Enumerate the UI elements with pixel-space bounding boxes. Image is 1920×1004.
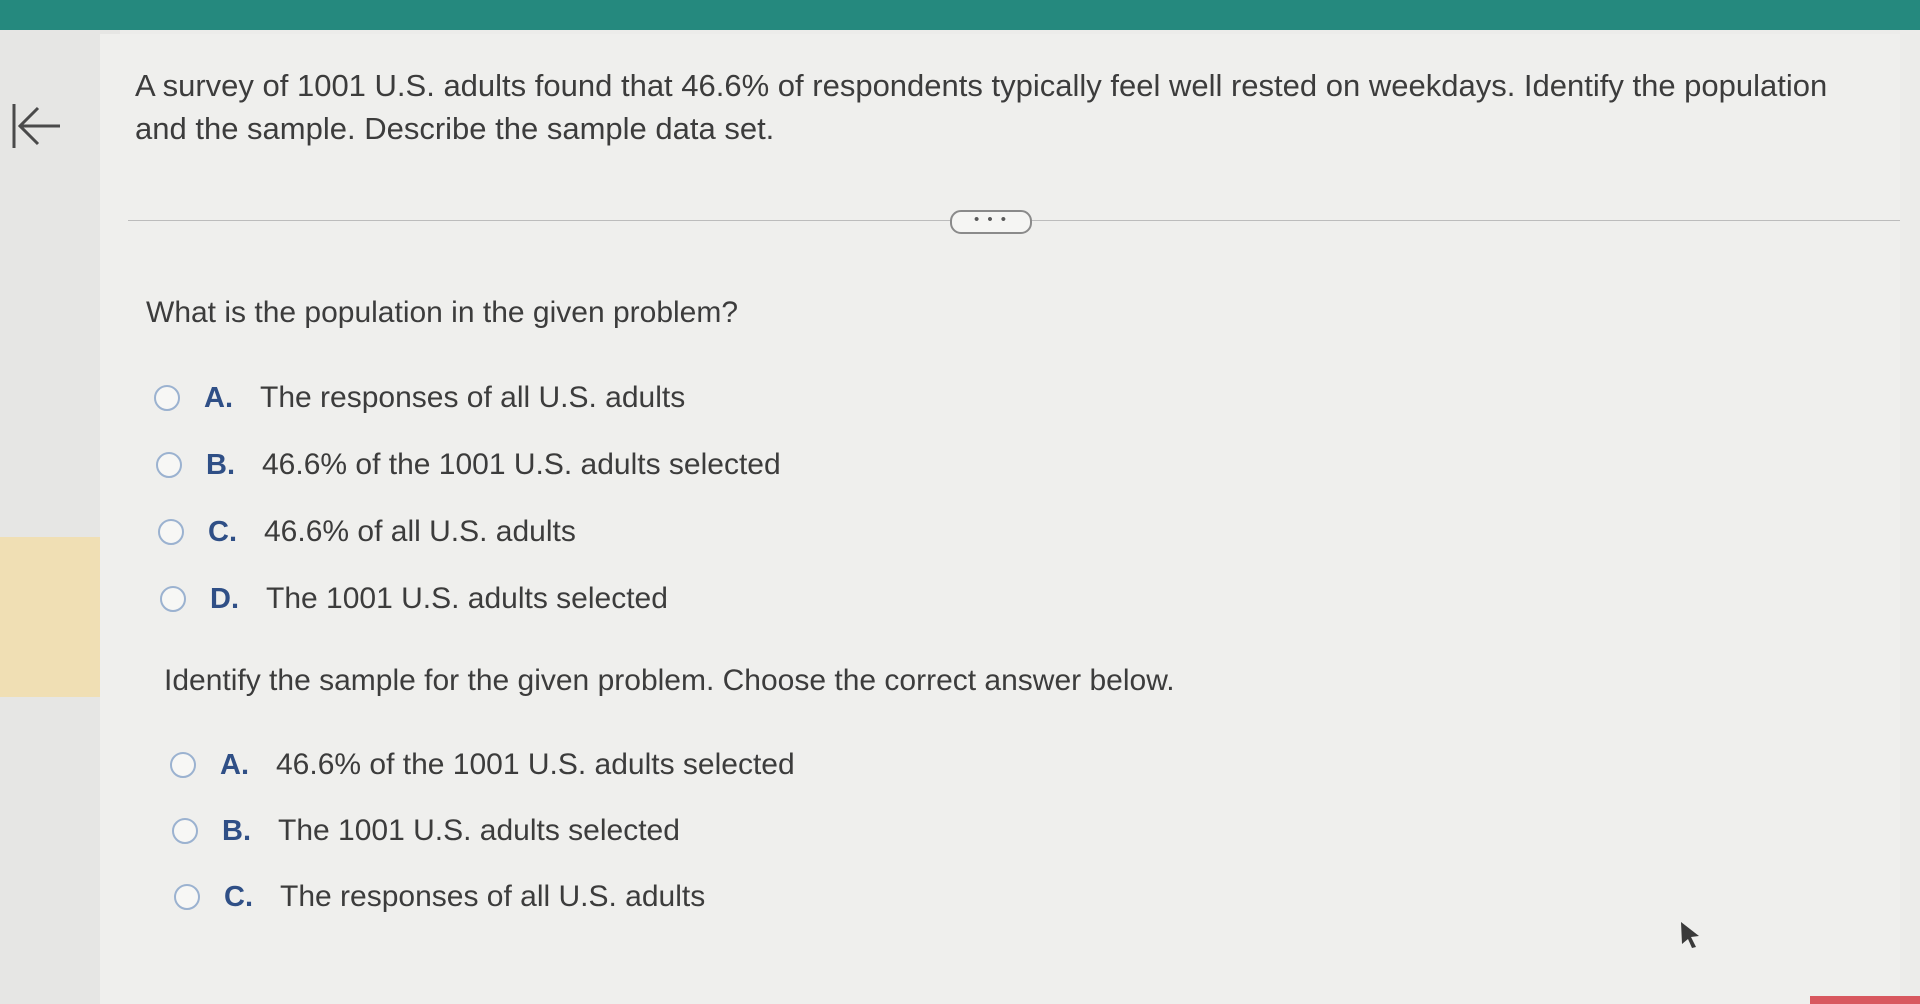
radio-button[interactable] xyxy=(160,586,186,612)
option-letter: A. xyxy=(220,748,249,781)
radio-button[interactable] xyxy=(156,452,182,478)
question-panel: A survey of 1001 U.S. adults found that … xyxy=(100,34,1900,1004)
radio-button[interactable] xyxy=(174,884,200,910)
option-letter: C. xyxy=(208,515,237,548)
option-letter: A. xyxy=(204,381,233,414)
option-letter: D. xyxy=(210,582,239,615)
option-letter: B. xyxy=(206,448,235,481)
option-text: The responses of all U.S. adults xyxy=(280,880,706,913)
back-to-start-icon xyxy=(12,104,60,148)
option-text: The responses of all U.S. adults xyxy=(260,381,686,414)
option-text: The 1001 U.S. adults selected xyxy=(278,814,680,847)
part1-option-a[interactable]: A. The responses of all U.S. adults xyxy=(154,381,685,415)
radio-button[interactable] xyxy=(170,752,196,778)
part1-option-d[interactable]: D. The 1001 U.S. adults selected xyxy=(160,582,668,616)
part1-prompt: What is the population in the given prob… xyxy=(146,296,739,329)
option-text: The 1001 U.S. adults selected xyxy=(266,582,668,615)
option-letter: C. xyxy=(224,880,253,913)
option-text: 46.6% of the 1001 U.S. adults selected xyxy=(276,748,795,781)
option-letter: B. xyxy=(222,814,251,847)
mouse-cursor-icon xyxy=(1681,922,1699,948)
homework-page: A survey of 1001 U.S. adults found that … xyxy=(0,0,1920,1004)
more-button[interactable]: • • • xyxy=(950,210,1032,234)
part2-option-a[interactable]: A. 46.6% of the 1001 U.S. adults selecte… xyxy=(170,748,795,782)
radio-button[interactable] xyxy=(154,385,180,411)
option-text: 46.6% of all U.S. adults xyxy=(264,515,576,548)
part2-option-c[interactable]: C. The responses of all U.S. adults xyxy=(174,880,705,914)
part2-prompt: Identify the sample for the given proble… xyxy=(164,664,1175,697)
part1-option-b[interactable]: B. 46.6% of the 1001 U.S. adults selecte… xyxy=(156,448,781,482)
radio-button[interactable] xyxy=(158,519,184,545)
question-text: A survey of 1001 U.S. adults found that … xyxy=(135,68,1828,146)
top-bar xyxy=(0,0,1920,30)
part2-option-b[interactable]: B. The 1001 U.S. adults selected xyxy=(172,814,680,848)
bottom-accent xyxy=(1810,996,1920,1004)
radio-button[interactable] xyxy=(172,818,198,844)
part1-option-c[interactable]: C. 46.6% of all U.S. adults xyxy=(158,515,576,549)
back-button[interactable] xyxy=(6,96,66,156)
option-text: 46.6% of the 1001 U.S. adults selected xyxy=(262,448,781,481)
